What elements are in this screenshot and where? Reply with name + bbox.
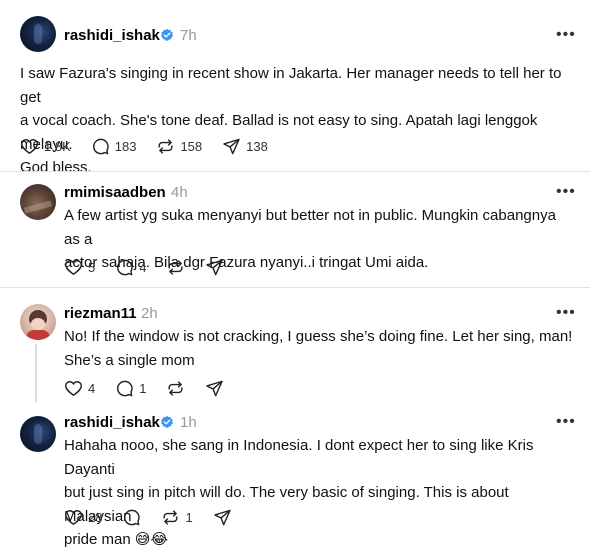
like-button[interactable]: 28 [64,508,102,527]
more-icon[interactable]: ••• [556,305,576,321]
send-icon [222,137,241,156]
like-button[interactable]: 4 [64,379,95,398]
repost-button[interactable] [166,379,185,398]
repost-icon [166,379,185,398]
reply-count: 4 [139,259,147,275]
repost-icon [156,137,175,156]
reply-button[interactable] [122,508,141,527]
like-count: 5 [88,259,96,275]
verified-badge-icon [160,28,174,42]
reply-post: rashidi_ishak 1h ••• Hahaha nooo, she sa… [0,408,590,548]
action-bar: 4 1 [64,378,244,398]
avatar[interactable] [20,184,56,220]
action-bar: 28 1 [64,507,252,527]
post-text: Hahaha nooo, she sang in Indonesia. I do… [64,437,534,548]
repost-icon [161,508,180,527]
reply-post: rmimisaadben 4h ••• A few artist yg suka… [0,172,590,286]
avatar[interactable] [20,16,56,52]
thread-main-post: rashidi_ishak 7h ••• I saw Fazura's sing… [0,0,590,176]
comment-icon [91,137,110,156]
repost-button[interactable] [166,258,185,277]
reply-button[interactable]: 183 [91,137,137,156]
post-text: I saw Fazura's singing in recent show in… [20,65,562,176]
comment-icon [115,379,134,398]
repost-count: 1 [185,509,193,525]
post-text: No! If the window is not cracking, I gue… [64,328,573,369]
like-button[interactable]: 5 [64,258,95,277]
action-bar: 1.8K 183 158 138 [20,136,288,156]
more-icon[interactable]: ••• [556,414,576,430]
avatar[interactable] [20,304,56,340]
send-icon [205,258,224,277]
repost-icon [166,258,185,277]
reply-button[interactable]: 1 [115,379,146,398]
comment-icon [115,258,134,277]
timestamp[interactable]: 7h [180,27,197,44]
share-button[interactable] [213,508,232,527]
avatar[interactable] [20,416,56,452]
reply-post: riezman11 2h ••• No! If the window is no… [0,288,590,408]
heart-icon [64,379,83,398]
comment-icon [122,508,141,527]
action-bar: 5 4 [64,257,244,277]
username[interactable]: riezman11 [64,305,137,322]
timestamp[interactable]: 2h [141,305,158,322]
repost-count: 158 [180,138,203,154]
heart-icon [64,258,83,277]
username[interactable]: rmimisaadben [64,184,166,201]
share-count: 138 [246,138,268,154]
heart-icon [20,137,39,156]
like-count: 1.8K [44,138,71,154]
more-icon[interactable]: ••• [556,27,576,43]
share-button[interactable]: 138 [222,137,268,156]
more-icon[interactable]: ••• [556,184,576,200]
timestamp[interactable]: 4h [171,184,188,201]
timestamp[interactable]: 1h [180,414,197,431]
reply-button[interactable]: 4 [115,258,146,277]
verified-badge-icon [160,415,174,429]
like-count: 28 [88,509,103,525]
reply-count: 183 [114,138,137,154]
heart-icon [64,508,83,527]
send-icon [205,379,224,398]
like-button[interactable]: 1.8K [20,137,71,156]
like-count: 4 [88,380,96,396]
username[interactable]: rashidi_ishak [64,414,160,431]
share-button[interactable] [205,258,224,277]
username[interactable]: rashidi_ishak [64,27,160,44]
repost-button[interactable]: 1 [161,508,193,527]
repost-button[interactable]: 158 [156,137,202,156]
reply-count: 1 [139,380,147,396]
share-button[interactable] [205,379,224,398]
send-icon [213,508,232,527]
